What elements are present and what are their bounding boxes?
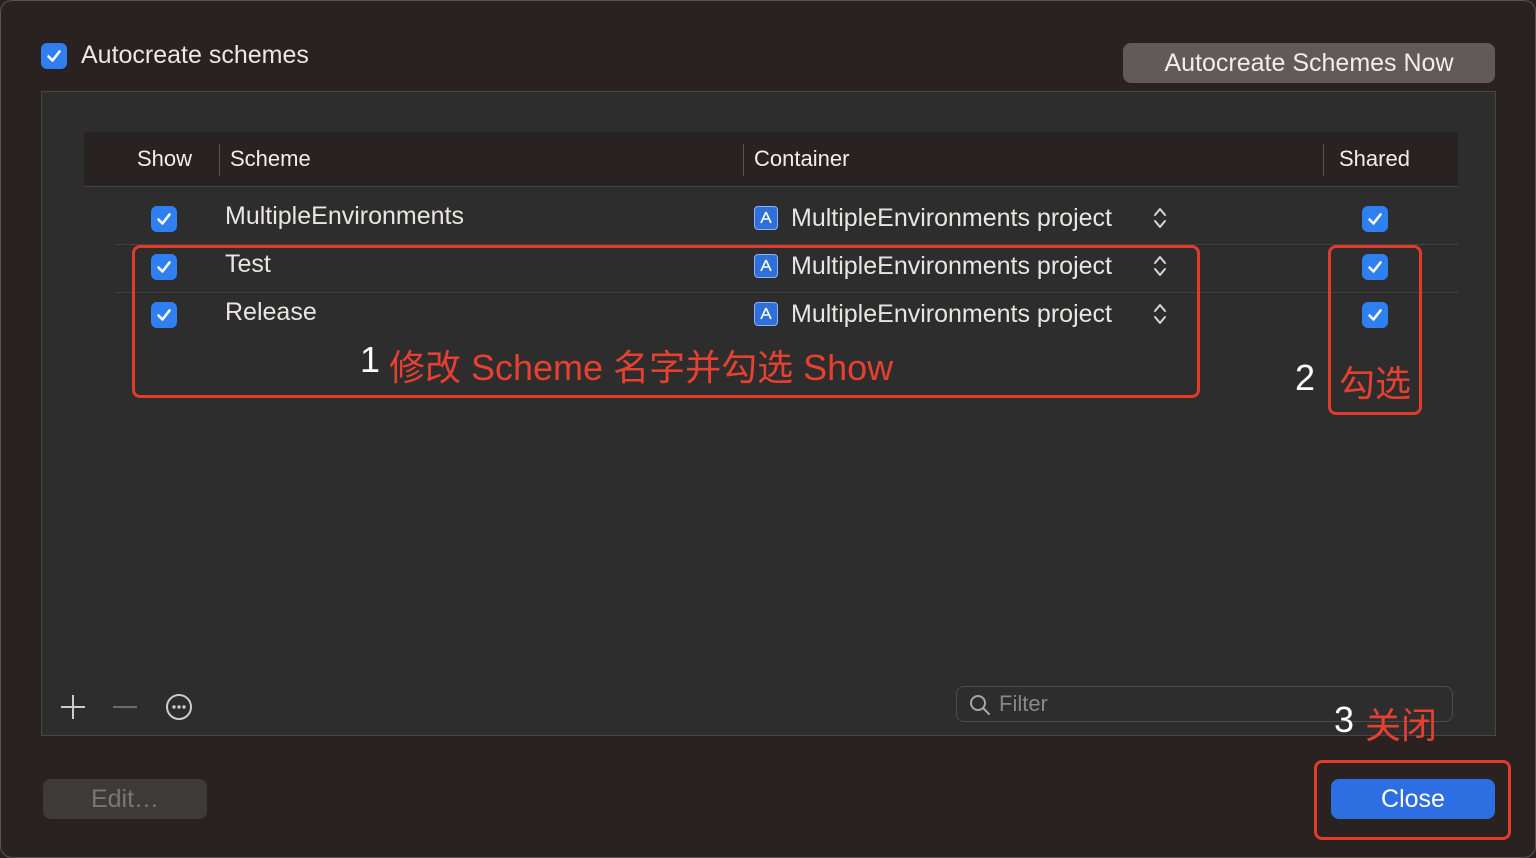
search-icon — [970, 695, 990, 715]
column-header-show[interactable]: Show — [137, 132, 192, 186]
annotation-text-1: 修改 Scheme 名字并勾选 Show — [389, 347, 894, 388]
show-checkbox[interactable] — [151, 206, 177, 232]
add-scheme-button[interactable] — [58, 692, 88, 722]
edit-button[interactable]: Edit… — [43, 779, 207, 819]
scheme-name[interactable]: MultipleEnvironments — [225, 202, 464, 231]
shared-checkbox[interactable] — [1362, 206, 1388, 232]
column-header-scheme[interactable]: Scheme — [230, 132, 311, 186]
annotation-number-3: 3 — [1334, 699, 1355, 740]
autocreate-label: Autocreate schemes — [81, 41, 309, 69]
more-actions-button[interactable] — [164, 692, 194, 722]
autocreate-checkbox[interactable] — [41, 42, 67, 69]
column-header-container[interactable]: Container — [754, 132, 849, 186]
column-separator — [1323, 144, 1324, 176]
annotation-text-2: 勾选 — [1339, 363, 1412, 404]
column-separator — [219, 144, 220, 176]
annotation-number-1: 1 — [360, 339, 381, 380]
autocreate-schemes-checkbox-row[interactable]: Autocreate schemes — [41, 41, 309, 70]
column-header-shared[interactable]: Shared — [1339, 132, 1410, 186]
column-separator — [743, 144, 744, 176]
minus-icon — [113, 706, 137, 708]
checkmark-icon — [157, 213, 171, 225]
manage-schemes-window: Autocreate schemes Autocreate Schemes No… — [0, 0, 1536, 858]
plus-icon — [61, 695, 85, 719]
annotation-box-3 — [1314, 760, 1511, 840]
checkmark-icon — [1368, 213, 1382, 225]
remove-scheme-button[interactable] — [110, 692, 140, 722]
container-name[interactable]: MultipleEnvironments project — [791, 204, 1112, 233]
autocreate-schemes-now-button[interactable]: Autocreate Schemes Now — [1123, 43, 1495, 83]
checkmark-icon — [47, 49, 61, 62]
annotation-number-2: 2 — [1295, 357, 1316, 398]
xcode-project-icon — [754, 206, 778, 230]
up-down-chevron-icon[interactable] — [1153, 205, 1167, 231]
annotation-text-3: 关闭 — [1365, 705, 1438, 746]
ellipsis-circle-icon — [166, 694, 192, 720]
table-header: Show Scheme Container Shared — [84, 132, 1458, 187]
schemes-table-panel: Show Scheme Container Shared MultipleEnv… — [41, 91, 1496, 736]
